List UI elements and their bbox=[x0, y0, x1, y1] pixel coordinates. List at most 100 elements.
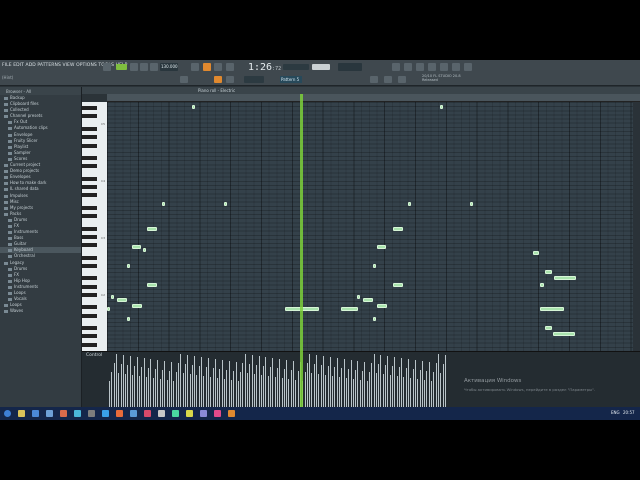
note[interactable] bbox=[192, 105, 195, 110]
black-key[interactable] bbox=[82, 342, 97, 347]
playlist-icon[interactable] bbox=[384, 76, 392, 83]
black-key[interactable] bbox=[82, 135, 97, 140]
fl-studio-taskbar-icon[interactable] bbox=[228, 410, 235, 417]
note[interactable] bbox=[533, 251, 539, 256]
app-icon-6[interactable] bbox=[88, 410, 95, 417]
note[interactable] bbox=[540, 282, 544, 287]
note[interactable] bbox=[143, 248, 146, 253]
note[interactable] bbox=[162, 201, 165, 206]
black-key[interactable] bbox=[82, 234, 97, 239]
timeline-ruler[interactable] bbox=[107, 94, 640, 102]
note[interactable] bbox=[408, 201, 411, 206]
black-key[interactable] bbox=[82, 205, 97, 210]
note[interactable] bbox=[470, 201, 473, 206]
note[interactable] bbox=[393, 226, 403, 231]
note[interactable] bbox=[127, 316, 130, 321]
app-icon-10[interactable] bbox=[144, 410, 151, 417]
countdown-icon[interactable] bbox=[214, 63, 222, 71]
app-icon-9[interactable] bbox=[130, 410, 137, 417]
black-key[interactable] bbox=[82, 313, 97, 318]
master-volume[interactable] bbox=[312, 64, 330, 70]
browser-header[interactable]: Browser - All bbox=[0, 87, 81, 95]
app-icon-13[interactable] bbox=[186, 410, 193, 417]
black-key[interactable] bbox=[82, 193, 97, 198]
black-key[interactable] bbox=[82, 106, 97, 111]
save-icon[interactable] bbox=[404, 63, 412, 71]
undo-icon[interactable] bbox=[392, 63, 400, 71]
note[interactable] bbox=[553, 332, 575, 337]
link-icon[interactable] bbox=[370, 76, 378, 83]
vertical-scrollbar[interactable] bbox=[633, 102, 640, 351]
start-icon[interactable] bbox=[4, 410, 11, 417]
app-icon-4[interactable] bbox=[60, 410, 67, 417]
black-key[interactable] bbox=[82, 292, 97, 297]
metronome-icon[interactable] bbox=[191, 63, 199, 71]
note[interactable] bbox=[393, 282, 403, 287]
note[interactable] bbox=[540, 307, 564, 312]
note[interactable] bbox=[341, 307, 358, 312]
playhead-marker[interactable] bbox=[300, 94, 303, 420]
black-key[interactable] bbox=[82, 326, 97, 331]
play-button[interactable] bbox=[130, 63, 138, 71]
taskbar-clock[interactable]: 20:57 bbox=[623, 410, 635, 415]
browser-app-icon[interactable] bbox=[32, 410, 39, 417]
app-icon-12[interactable] bbox=[172, 410, 179, 417]
black-key[interactable] bbox=[82, 114, 97, 119]
mixer-icon[interactable] bbox=[428, 63, 436, 71]
language-indicator[interactable]: ENG bbox=[611, 410, 620, 415]
note[interactable] bbox=[363, 298, 373, 303]
note[interactable] bbox=[127, 263, 130, 268]
black-key[interactable] bbox=[82, 185, 97, 189]
black-key[interactable] bbox=[82, 155, 97, 160]
black-key[interactable] bbox=[82, 263, 97, 268]
browser-item[interactable]: Waves bbox=[0, 308, 81, 314]
control-target-label[interactable]: Control bbox=[86, 353, 102, 358]
note[interactable] bbox=[224, 201, 227, 206]
app-icon-15[interactable] bbox=[214, 410, 221, 417]
black-key[interactable] bbox=[82, 176, 97, 181]
note[interactable] bbox=[545, 270, 552, 275]
app-icon-5[interactable] bbox=[74, 410, 81, 417]
black-key[interactable] bbox=[82, 214, 97, 219]
piano-roll-icon[interactable] bbox=[452, 63, 460, 71]
app-icon-8[interactable] bbox=[116, 410, 123, 417]
loop-record-icon[interactable] bbox=[226, 63, 234, 71]
note[interactable] bbox=[111, 294, 114, 299]
browser-icon[interactable] bbox=[464, 63, 472, 71]
black-key[interactable] bbox=[82, 284, 97, 289]
note[interactable] bbox=[107, 307, 110, 312]
black-key[interactable] bbox=[82, 126, 97, 131]
piano-icon[interactable] bbox=[398, 76, 406, 83]
note[interactable] bbox=[132, 304, 142, 309]
note[interactable] bbox=[377, 304, 387, 309]
note[interactable] bbox=[117, 298, 127, 303]
channel-rack-icon[interactable] bbox=[440, 63, 448, 71]
note[interactable] bbox=[147, 226, 157, 231]
app-icon-11[interactable] bbox=[158, 410, 165, 417]
snap-icon[interactable] bbox=[180, 76, 188, 83]
note[interactable] bbox=[147, 282, 157, 287]
app-icon-3[interactable] bbox=[46, 410, 53, 417]
note[interactable] bbox=[373, 316, 376, 321]
wait-input-icon[interactable] bbox=[203, 63, 211, 71]
tempo-display[interactable]: 130.000 bbox=[160, 63, 178, 71]
black-key[interactable] bbox=[82, 255, 97, 260]
app-icon-7[interactable] bbox=[102, 410, 109, 417]
render-icon[interactable] bbox=[416, 63, 424, 71]
black-key[interactable] bbox=[82, 243, 97, 248]
snap-select[interactable] bbox=[244, 76, 264, 83]
note[interactable] bbox=[440, 105, 443, 110]
record-button[interactable] bbox=[150, 63, 158, 71]
note-grid[interactable] bbox=[107, 102, 633, 351]
piano-roll-titlebar[interactable]: Piano roll - Electric bbox=[82, 87, 640, 94]
paint-tool-icon[interactable] bbox=[226, 76, 234, 83]
black-key[interactable] bbox=[82, 276, 97, 281]
black-key[interactable] bbox=[82, 334, 97, 339]
piano-keyboard[interactable]: C5 C4 C3 C2 bbox=[82, 102, 107, 351]
black-key[interactable] bbox=[82, 164, 97, 169]
black-key[interactable] bbox=[82, 143, 97, 148]
black-key[interactable] bbox=[82, 226, 97, 231]
explorer-icon[interactable] bbox=[18, 410, 25, 417]
pattern-selector[interactable]: Pattern 5 bbox=[280, 76, 302, 83]
note[interactable] bbox=[357, 294, 360, 299]
